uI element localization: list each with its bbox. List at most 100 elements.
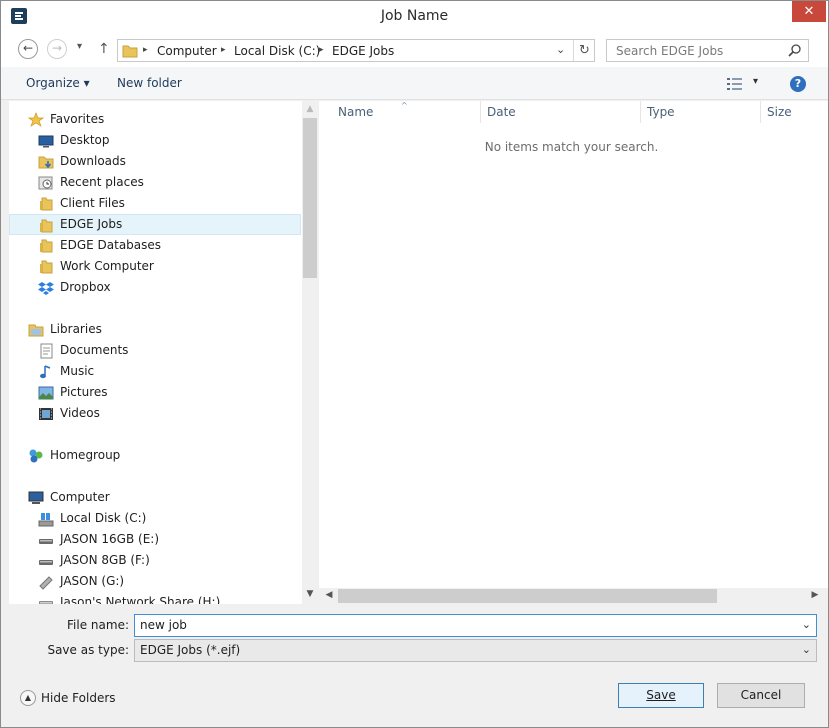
file-list-pane: ^ Name Date Type Size No items match you… xyxy=(319,101,828,588)
help-icon[interactable]: ? xyxy=(790,76,806,92)
file-name-input[interactable]: new job ⌄ xyxy=(134,614,817,637)
tree-item-downloads[interactable]: Downloads xyxy=(36,151,296,172)
computer-icon xyxy=(28,491,44,504)
organize-menu-button[interactable]: Organize ▾ xyxy=(26,76,90,90)
save-as-type-dropdown-icon[interactable]: ⌄ xyxy=(802,643,811,656)
tree-item-local-disk-c[interactable]: Local Disk (C:) xyxy=(36,508,296,529)
breadcrumb-computer[interactable]: Computer xyxy=(157,44,217,58)
tree-item-recent-places[interactable]: Recent places xyxy=(36,172,296,193)
libraries-icon xyxy=(28,324,44,337)
column-header-date[interactable]: Date xyxy=(487,105,516,119)
folder-icon xyxy=(122,45,138,58)
column-header-size[interactable]: Size xyxy=(767,105,792,119)
save-button[interactable]: Save xyxy=(618,683,704,708)
close-icon: ✕ xyxy=(803,4,815,19)
view-dropdown-icon[interactable]: ▾ xyxy=(753,76,758,87)
save-as-type-value: EDGE Jobs (*.ejf) xyxy=(140,643,241,657)
scrollbar-thumb[interactable] xyxy=(338,589,717,603)
local-disk-icon xyxy=(38,513,54,527)
close-button[interactable]: ✕ xyxy=(792,1,826,22)
address-bar[interactable]: ▸ Computer ▸ Local Disk (C:) ▸ EDGE Jobs… xyxy=(117,39,595,62)
scroll-up-icon[interactable]: ▲ xyxy=(302,104,318,114)
new-folder-button[interactable]: New folder xyxy=(117,76,182,90)
tree-item-libraries[interactable]: Libraries xyxy=(26,319,296,340)
view-options-icon[interactable] xyxy=(727,78,743,90)
navigation-pane: Favorites Desktop Downloads Recent place… xyxy=(9,101,302,604)
documents-icon xyxy=(40,343,53,359)
column-header-type[interactable]: Type xyxy=(647,105,675,119)
column-divider[interactable] xyxy=(480,101,481,123)
breadcrumb-separator-icon: ▸ xyxy=(221,45,226,55)
file-name-label: File name: xyxy=(67,618,129,632)
scroll-down-icon[interactable]: ▼ xyxy=(302,589,318,599)
tree-item-network-share-h[interactable]: Jason's Network Share (H:) xyxy=(36,592,296,604)
column-header-name[interactable]: Name xyxy=(338,105,373,119)
dropbox-icon xyxy=(38,282,54,295)
window-title: Job Name xyxy=(380,8,449,24)
breadcrumb-separator-icon: ▸ xyxy=(143,45,148,55)
forward-arrow-icon: → xyxy=(51,41,63,55)
folder-icon xyxy=(40,239,53,253)
usb-drive-icon xyxy=(39,560,53,565)
up-button[interactable]: ↑ xyxy=(98,41,110,57)
back-arrow-icon: ← xyxy=(22,41,34,55)
save-as-type-label: Save as type: xyxy=(47,643,129,657)
removable-drive-icon xyxy=(39,576,53,590)
tree-item-desktop[interactable]: Desktop xyxy=(36,130,296,151)
tree-item-pictures[interactable]: Pictures xyxy=(36,382,296,403)
scroll-left-icon[interactable]: ◀ xyxy=(321,590,337,600)
breadcrumb-local-disk[interactable]: Local Disk (C:) xyxy=(234,44,320,58)
tree-item-music[interactable]: Music xyxy=(36,361,296,382)
desktop-icon xyxy=(38,135,54,148)
tree-item-jason-g[interactable]: JASON (G:) xyxy=(36,571,296,592)
videos-icon xyxy=(39,408,53,420)
tree-item-homegroup[interactable]: Homegroup xyxy=(26,445,296,466)
tree-item-computer[interactable]: Computer xyxy=(26,487,296,508)
cancel-button[interactable]: Cancel xyxy=(717,683,805,708)
downloads-icon xyxy=(38,156,54,169)
tree-item-dropbox[interactable]: Dropbox xyxy=(36,277,296,298)
back-button[interactable]: ← xyxy=(18,39,38,59)
search-placeholder: Search EDGE Jobs xyxy=(616,44,724,58)
address-dropdown-icon[interactable]: ⌄ xyxy=(556,43,565,56)
homegroup-icon xyxy=(29,449,43,463)
empty-folder-message: No items match your search. xyxy=(484,140,659,154)
search-box[interactable]: Search EDGE Jobs xyxy=(606,39,809,62)
pictures-icon xyxy=(38,386,54,400)
tree-item-jason-8gb-f[interactable]: JASON 8GB (F:) xyxy=(36,550,296,571)
breadcrumb-separator-icon: ▸ xyxy=(319,45,324,55)
tree-item-favorites[interactable]: Favorites xyxy=(26,109,296,130)
tree-item-edge-databases[interactable]: EDGE Databases xyxy=(36,235,296,256)
music-icon xyxy=(40,365,51,379)
tree-item-jason-16gb-e[interactable]: JASON 16GB (E:) xyxy=(36,529,296,550)
recent-places-icon xyxy=(38,176,53,190)
refresh-icon: ↻ xyxy=(579,43,590,58)
folder-icon xyxy=(40,197,53,211)
tree-item-videos[interactable]: Videos xyxy=(36,403,296,424)
refresh-button[interactable]: ↻ xyxy=(573,40,595,61)
file-name-value: new job xyxy=(140,618,187,632)
navigation-bar: ← → ▾ ↑ ▸ Computer ▸ Local Disk (C:) ▸ E… xyxy=(1,32,828,67)
collapse-up-icon: ▲ xyxy=(20,690,36,706)
recent-locations-dropdown[interactable]: ▾ xyxy=(77,41,82,52)
file-list-scrollbar[interactable]: ◀ ▶ xyxy=(319,588,828,604)
network-drive-icon xyxy=(39,601,53,604)
folder-icon xyxy=(40,260,53,274)
forward-button[interactable]: → xyxy=(47,39,67,59)
file-name-dropdown-icon[interactable]: ⌄ xyxy=(802,618,811,631)
folder-icon xyxy=(40,219,53,233)
save-as-type-select[interactable]: EDGE Jobs (*.ejf) ⌄ xyxy=(134,639,817,662)
column-divider[interactable] xyxy=(640,101,641,123)
sort-ascending-icon: ^ xyxy=(401,101,408,110)
tree-item-edge-jobs[interactable]: EDGE Jobs xyxy=(9,214,301,235)
breadcrumb-edge-jobs[interactable]: EDGE Jobs xyxy=(332,44,394,58)
tree-item-work-computer[interactable]: Work Computer xyxy=(36,256,296,277)
navigation-pane-scrollbar[interactable]: ▲ ▼ xyxy=(302,101,318,604)
column-divider[interactable] xyxy=(760,101,761,123)
scrollbar-thumb[interactable] xyxy=(303,118,317,278)
command-toolbar: Organize ▾ New folder ▾ ? xyxy=(1,67,828,100)
scroll-right-icon[interactable]: ▶ xyxy=(807,590,823,600)
tree-item-client-files[interactable]: Client Files xyxy=(36,193,296,214)
usb-drive-icon xyxy=(39,539,53,544)
tree-item-documents[interactable]: Documents xyxy=(36,340,296,361)
